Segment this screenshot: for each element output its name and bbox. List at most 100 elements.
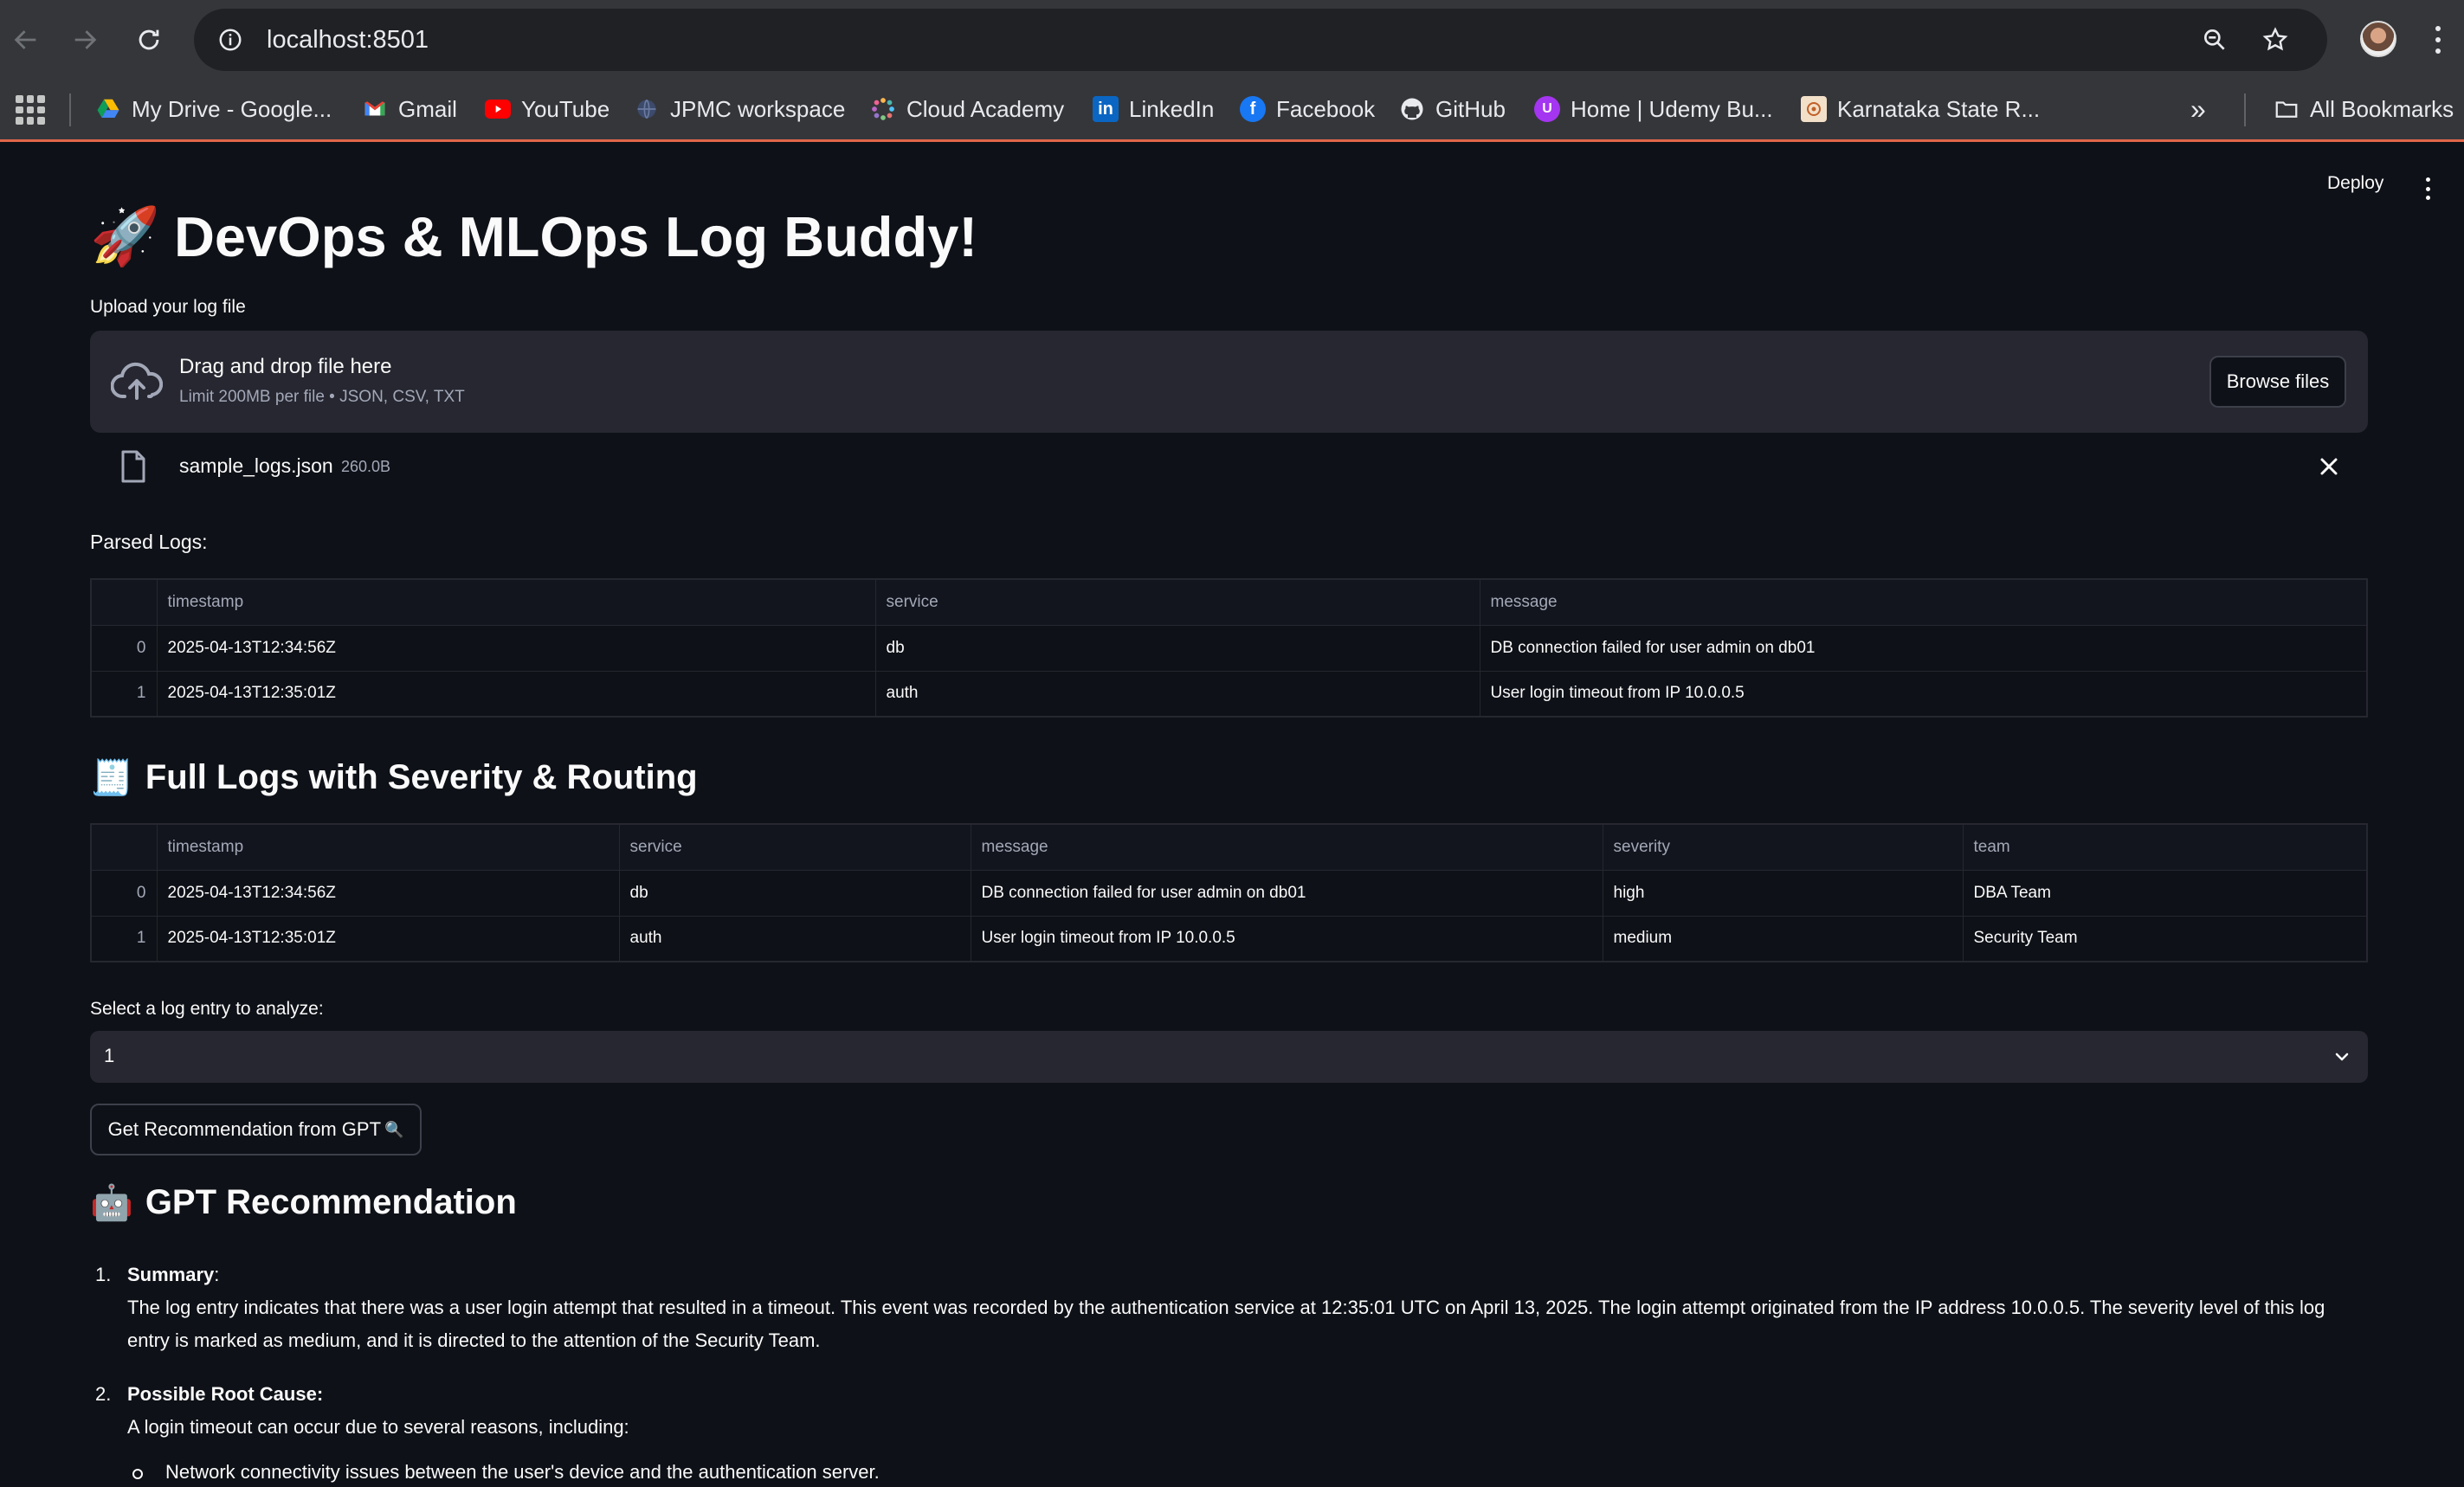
column-header[interactable]: team: [1962, 823, 2368, 871]
robot-icon: 🤖: [90, 1184, 133, 1222]
cell-team[interactable]: Security Team: [1962, 915, 2368, 962]
bookmark-linkedin[interactable]: in LinkedIn: [1093, 92, 1214, 126]
column-header[interactable]: severity: [1602, 823, 1964, 871]
bookmark-label: LinkedIn: [1129, 95, 1215, 122]
table-row[interactable]: 1 2025-04-13T12:35:01Z auth User login t…: [90, 915, 2368, 962]
bookmark-cloud-academy[interactable]: Cloud Academy: [870, 92, 1064, 126]
cell-message[interactable]: DB connection failed for user admin on d…: [1479, 624, 2368, 672]
bookmark-label: Facebook: [1276, 95, 1376, 122]
cell-timestamp[interactable]: 2025-04-13T12:35:01Z: [156, 670, 876, 718]
all-bookmarks-button[interactable]: All Bookmarks: [2274, 92, 2454, 126]
get-recommendation-label: Get Recommendation from GPT: [107, 1118, 382, 1140]
google-drive-icon: [95, 96, 121, 122]
bookmark-label: Home | Udemy Bu...: [1571, 95, 1773, 122]
file-name: sample_logs.json: [179, 454, 333, 477]
dropzone-title: Drag and drop file here: [179, 355, 392, 378]
row-index: 0: [90, 624, 158, 672]
page-title: 🚀 DevOps & MLOps Log Buddy!: [90, 203, 977, 269]
browse-files-button[interactable]: Browse files: [2209, 356, 2346, 408]
list-item: 1. Summary: The log entry indicates that…: [90, 1258, 2368, 1357]
bookmarks-divider: [2244, 93, 2246, 126]
cell-severity[interactable]: medium: [1602, 915, 1964, 962]
close-icon[interactable]: [2315, 453, 2343, 480]
table-header-row: timestamp service message severity team: [90, 823, 2368, 871]
bullet-item: Network connectivity issues between the …: [127, 1456, 2368, 1487]
bookmark-label: Karnataka State R...: [1837, 95, 2041, 122]
linkedin-icon: in: [1093, 96, 1119, 122]
bookmark-label: Gmail: [398, 95, 457, 122]
cell-team[interactable]: DBA Team: [1962, 869, 2368, 917]
cell-severity[interactable]: high: [1602, 869, 1964, 917]
bookmark-label: Cloud Academy: [906, 95, 1065, 122]
parsed-logs-table[interactable]: timestamp service message 0 2025-04-13T1…: [90, 578, 2368, 718]
apps-grid-icon[interactable]: [16, 95, 45, 125]
cell-message[interactable]: DB connection failed for user admin on d…: [970, 869, 1603, 917]
cell-service[interactable]: auth: [618, 915, 971, 962]
back-button[interactable]: [3, 17, 48, 62]
column-header[interactable]: message: [1479, 578, 2368, 626]
gpt-recommendation-heading: 🤖 GPT Recommendation: [90, 1182, 517, 1223]
full-logs-heading: 🧾 Full Logs with Severity & Routing: [90, 757, 698, 798]
receipt-icon: 🧾: [90, 759, 133, 797]
address-bar[interactable]: localhost:8501: [194, 9, 2327, 71]
file-dropzone[interactable]: Drag and drop file here Limit 200MB per …: [90, 331, 2368, 433]
cloud-upload-icon: [111, 362, 163, 400]
bookmark-jpmc-workspace[interactable]: JPMC workspace: [634, 92, 845, 126]
item-title: Summary: [127, 1264, 215, 1285]
cell-message[interactable]: User login timeout from IP 10.0.0.5: [970, 915, 1603, 962]
column-header[interactable]: timestamp: [156, 578, 876, 626]
bookmark-karnataka[interactable]: Karnataka State R...: [1801, 92, 2040, 126]
table-row[interactable]: 1 2025-04-13T12:35:01Z auth User login t…: [90, 670, 2368, 718]
site-info-icon[interactable]: [213, 23, 248, 57]
cell-service[interactable]: auth: [874, 670, 1480, 718]
row-index: 1: [90, 915, 158, 962]
column-header[interactable]: timestamp: [156, 823, 620, 871]
column-header[interactable]: service: [874, 578, 1480, 626]
browser-menu-button[interactable]: [2428, 23, 2448, 57]
bookmark-github[interactable]: GitHub: [1399, 92, 1506, 126]
full-logs-heading-text: Full Logs with Severity & Routing: [145, 758, 698, 796]
cell-timestamp[interactable]: 2025-04-13T12:34:56Z: [156, 869, 620, 917]
cell-message[interactable]: User login timeout from IP 10.0.0.5: [1479, 670, 2368, 718]
star-icon[interactable]: [2258, 23, 2293, 57]
folder-icon: [2274, 96, 2300, 122]
full-logs-table[interactable]: timestamp service message severity team …: [90, 823, 2368, 962]
cell-timestamp[interactable]: 2025-04-13T12:34:56Z: [156, 624, 876, 672]
bookmark-gmail[interactable]: Gmail: [362, 92, 457, 126]
page-title-text: DevOps & MLOps Log Buddy!: [173, 204, 977, 268]
bookmark-udemy[interactable]: U Home | Udemy Bu...: [1534, 92, 1773, 126]
cell-service[interactable]: db: [874, 624, 1480, 672]
bookmark-label: GitHub: [1435, 95, 1506, 122]
column-header[interactable]: service: [618, 823, 971, 871]
bookmark-facebook[interactable]: f Facebook: [1240, 92, 1375, 126]
gpt-recommendation-heading-text: GPT Recommendation: [145, 1183, 517, 1221]
chevron-down-icon: [2335, 1052, 2349, 1061]
bookmark-label: YouTube: [521, 95, 610, 122]
app-menu-button[interactable]: [2424, 177, 2431, 200]
get-recommendation-button[interactable]: Get Recommendation from GPT 🔍: [90, 1104, 422, 1155]
udemy-icon: U: [1534, 96, 1560, 122]
file-size: 260.0B: [341, 458, 391, 475]
forward-button[interactable]: [62, 17, 107, 62]
reload-button[interactable]: [126, 17, 171, 62]
browser-toolbar: localhost:8501: [0, 0, 2464, 80]
cell-timestamp[interactable]: 2025-04-13T12:35:01Z: [156, 915, 620, 962]
item-text: A login timeout can occur due to several…: [127, 1416, 629, 1438]
profile-avatar[interactable]: [2360, 21, 2396, 57]
bookmark-my-drive[interactable]: My Drive - Google...: [95, 92, 332, 126]
table-row[interactable]: 0 2025-04-13T12:34:56Z db DB connection …: [90, 624, 2368, 672]
cell-service[interactable]: db: [618, 869, 971, 917]
bookmark-youtube[interactable]: YouTube: [485, 92, 610, 126]
row-index: 0: [90, 869, 158, 917]
youtube-icon: [485, 100, 511, 119]
globe-icon: [634, 96, 660, 122]
row-index: 1: [90, 670, 158, 718]
zoom-icon[interactable]: [2197, 23, 2232, 57]
log-entry-select[interactable]: 1: [90, 1031, 2368, 1083]
deploy-button[interactable]: Deploy: [2327, 173, 2383, 194]
column-header[interactable]: message: [970, 823, 1603, 871]
more-bookmarks-button[interactable]: »: [2190, 93, 2206, 126]
table-row[interactable]: 0 2025-04-13T12:34:56Z db DB connection …: [90, 869, 2368, 917]
index-header: [90, 823, 158, 871]
list-number: 1.: [95, 1264, 112, 1285]
